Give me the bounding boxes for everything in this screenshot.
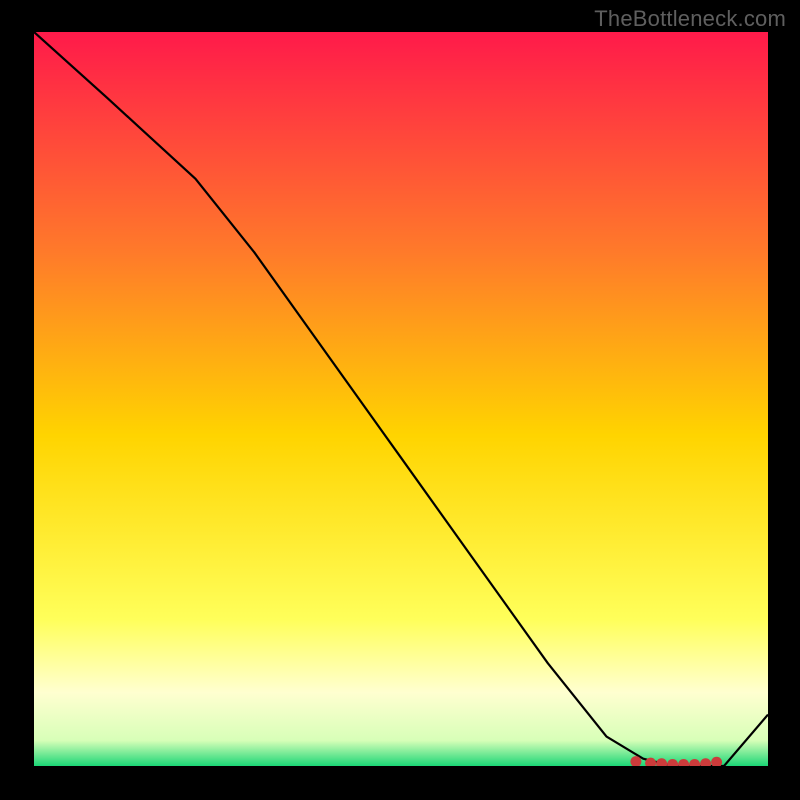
- chart-container: TheBottleneck.com: [0, 0, 800, 800]
- chart-svg: [34, 32, 768, 766]
- plot-area: [34, 32, 768, 766]
- gradient-background: [34, 32, 768, 766]
- attribution-label: TheBottleneck.com: [594, 6, 786, 32]
